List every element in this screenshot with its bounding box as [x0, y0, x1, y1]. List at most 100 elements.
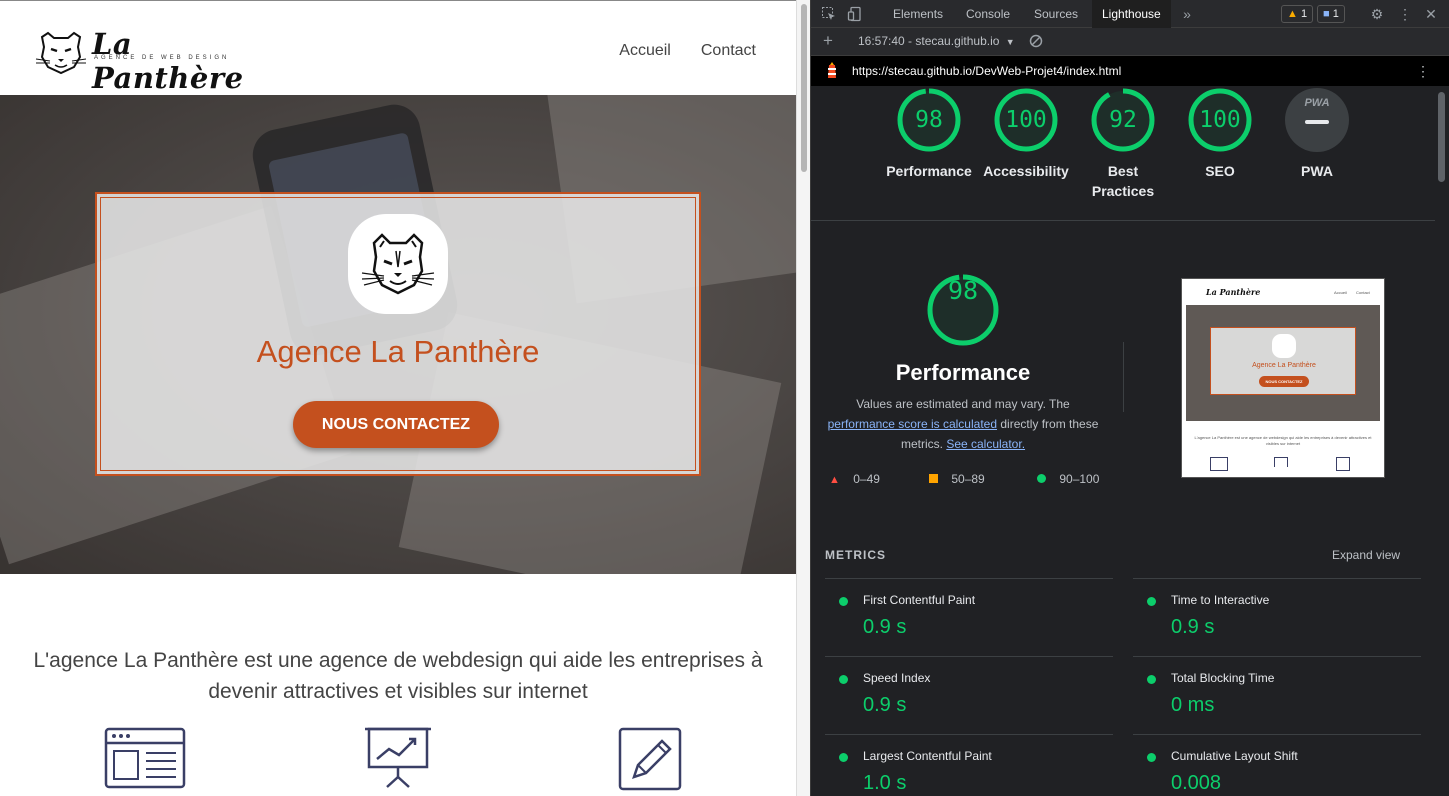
- site-header: La Panthère AGENCE DE WEB DESIGN Accueil…: [0, 1, 796, 95]
- contact-cta-button[interactable]: NOUS CONTACTEZ: [293, 401, 499, 448]
- site-nav: Accueil Contact: [619, 42, 756, 60]
- gauge-performance[interactable]: 98: [896, 87, 962, 153]
- legend-pass: 90–100: [1037, 472, 1099, 486]
- hero-card: Agence La Panthère NOUS CONTACTEZ: [95, 192, 701, 476]
- thumb-hero-card: Agence La Panthère NOUS CONTACTEZ: [1210, 327, 1356, 395]
- thumb-nav-accueil: Accueil: [1334, 290, 1347, 295]
- thumb-nav-contact: Contact: [1356, 290, 1370, 295]
- tab-sources[interactable]: Sources: [1024, 0, 1088, 28]
- lighthouse-report: 98 Performance 100 Accessibility 92 Best…: [811, 86, 1435, 796]
- chevron-double-right-icon[interactable]: »: [1179, 6, 1195, 22]
- pencil-edit-icon: [618, 727, 682, 791]
- inspect-element-icon[interactable]: [821, 6, 837, 22]
- metric-value: 0.9 s: [1171, 616, 1215, 638]
- metric-largest-contentful-paint: Largest Contentful Paint 1.0 s: [825, 734, 1113, 796]
- nav-link-contact[interactable]: Contact: [701, 42, 756, 60]
- gauge-seo[interactable]: 100: [1187, 87, 1253, 153]
- close-icon[interactable]: ✕: [1423, 6, 1439, 22]
- pass-dot-icon: [839, 675, 848, 684]
- warnings-badge[interactable]: ▲ 1: [1281, 5, 1314, 23]
- thumb-hero: Agence La Panthère NOUS CONTACTEZ: [1186, 305, 1380, 421]
- category-divider: [811, 220, 1435, 221]
- gauge-accessibility[interactable]: 100: [993, 87, 1059, 153]
- hero-panther-logo: [348, 214, 448, 314]
- performance-description: Values are estimated and may vary. The p…: [823, 394, 1103, 454]
- metric-name: Cumulative Layout Shift: [1171, 749, 1298, 763]
- tab-lighthouse[interactable]: Lighthouse: [1092, 0, 1171, 28]
- performance-score-link[interactable]: performance score is calculated: [828, 417, 997, 431]
- gauge-accessibility-score: 100: [1005, 107, 1047, 133]
- gauge-performance-score: 98: [915, 107, 943, 133]
- report-menu-icon[interactable]: ⋮: [1415, 63, 1431, 79]
- expand-view-toggle[interactable]: Expand view: [1332, 548, 1400, 562]
- pass-dot-icon: [1147, 753, 1156, 762]
- report-scrollbar[interactable]: [1436, 90, 1446, 796]
- plus-icon[interactable]: +: [820, 32, 836, 49]
- devtools-tabbar: Elements Console Sources Lighthouse » ▲ …: [811, 0, 1449, 28]
- website-scrollbar-thumb[interactable]: [801, 4, 807, 172]
- report-select[interactable]: 16:57:40 - stecau.github.io ▼: [858, 34, 1015, 48]
- performance-title: Performance: [895, 360, 1031, 385]
- thumb-title: Agence La Panthère: [1252, 362, 1316, 369]
- intro-text: L'agence La Panthère est une agence de w…: [33, 649, 763, 703]
- message-icon: ■: [1323, 8, 1330, 20]
- device-toolbar-icon[interactable]: [847, 6, 863, 22]
- gauge-pwa[interactable]: PWA: [1284, 87, 1350, 153]
- green-circle-icon: [1037, 474, 1046, 483]
- legend-fail-label: 0–49: [853, 472, 880, 486]
- metric-name: Speed Index: [863, 671, 931, 685]
- messages-badge[interactable]: ■ 1: [1317, 5, 1345, 23]
- pass-dot-icon: [839, 753, 848, 762]
- lighthouse-url-bar: https://stecau.github.io/DevWeb-Projet4/…: [811, 56, 1449, 86]
- thumb-logo: La Panthère: [1206, 287, 1261, 297]
- warning-triangle-icon: ▲: [1287, 8, 1298, 20]
- performance-divider: [1123, 342, 1124, 412]
- see-calculator-link[interactable]: See calculator.: [946, 437, 1025, 451]
- gauge-best-practices-score: 92: [1109, 107, 1137, 133]
- webpage-layout-icon: [104, 727, 186, 789]
- legend-average-label: 50–89: [951, 472, 985, 486]
- legend-fail: ▲ 0–49: [829, 472, 880, 486]
- gear-icon[interactable]: ⚙: [1369, 6, 1385, 22]
- thumb-intro: L'agence La Panthère est une agence de w…: [1194, 435, 1372, 446]
- metric-name: Largest Contentful Paint: [863, 749, 992, 763]
- metric-speed-index: Speed Index 0.9 s: [825, 656, 1113, 734]
- thumb-cta: NOUS CONTACTEZ: [1259, 376, 1309, 387]
- metric-name: Time to Interactive: [1171, 593, 1270, 607]
- hero-title: Agence La Panthère: [256, 334, 540, 369]
- nav-link-accueil[interactable]: Accueil: [619, 42, 671, 60]
- pass-dot-icon: [1147, 675, 1156, 684]
- metric-total-blocking-time: Total Blocking Time 0 ms: [1133, 656, 1421, 734]
- metric-name: Total Blocking Time: [1171, 671, 1275, 685]
- website-viewport: La Panthère AGENCE DE WEB DESIGN Accueil…: [0, 0, 796, 796]
- thumb-header: La Panthère Accueil Contact: [1186, 283, 1380, 305]
- website-scrollbar[interactable]: [796, 0, 810, 796]
- site-logo[interactable]: La Panthère AGENCE DE WEB DESIGN: [34, 27, 264, 95]
- metric-first-contentful-paint: First Contentful Paint 0.9 s: [825, 578, 1113, 656]
- legend-pass-label: 90–100: [1059, 472, 1100, 486]
- more-vert-icon[interactable]: ⋮: [1397, 6, 1413, 22]
- clear-block-icon[interactable]: [1028, 34, 1044, 50]
- metric-value: 0 ms: [1171, 694, 1215, 716]
- chevron-down-icon: ▼: [1005, 37, 1015, 47]
- gauge-seo-score: 100: [1199, 107, 1241, 133]
- audited-url: https://stecau.github.io/DevWeb-Projet4/…: [852, 64, 1122, 78]
- hero-section: Agence La Panthère NOUS CONTACTEZ: [0, 95, 796, 574]
- metric-cumulative-layout-shift: Cumulative Layout Shift 0.008: [1133, 734, 1421, 796]
- report-scrollbar-thumb[interactable]: [1438, 92, 1445, 182]
- perf-desc-start: Values are estimated and may vary. The: [856, 397, 1070, 411]
- thumb-logo-badge: [1272, 334, 1296, 358]
- panther-logo-icon: [35, 31, 87, 75]
- tab-elements[interactable]: Elements: [883, 0, 953, 28]
- final-screenshot-thumbnail[interactable]: La Panthère Accueil Contact Agence La Pa…: [1181, 278, 1385, 478]
- pass-dot-icon: [839, 597, 848, 606]
- logo-tagline: AGENCE DE WEB DESIGN: [94, 55, 230, 61]
- tab-console[interactable]: Console: [956, 0, 1020, 28]
- warnings-count: 1: [1300, 8, 1308, 20]
- metric-value: 0.9 s: [863, 694, 907, 716]
- gauge-best-practices[interactable]: 92: [1090, 87, 1156, 153]
- logo-name: La Panthère: [92, 27, 244, 95]
- metric-name: First Contentful Paint: [863, 593, 976, 607]
- gauge-pwa-label: PWA: [1301, 163, 1333, 179]
- thumb-service-icon: [1336, 457, 1350, 471]
